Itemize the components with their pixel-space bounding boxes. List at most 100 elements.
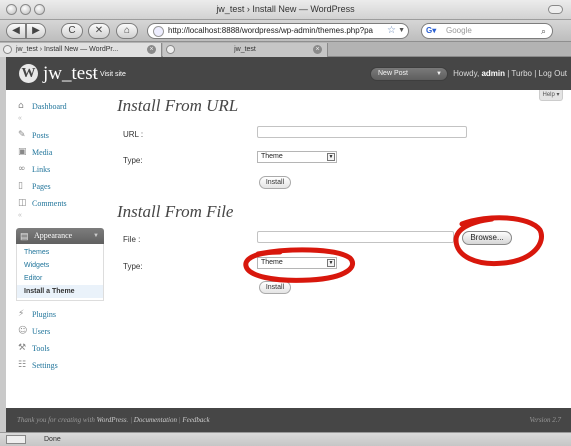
- separator: . |: [126, 416, 134, 424]
- home-button[interactable]: ⌂: [116, 23, 138, 39]
- file-type-value: Theme: [261, 259, 283, 266]
- browse-button[interactable]: Browse...: [462, 231, 512, 245]
- menu-label: Plugins: [32, 310, 57, 319]
- install-file-heading: Install From File: [117, 202, 234, 221]
- stop-button[interactable]: ✕: [88, 23, 110, 39]
- reload-button[interactable]: C: [61, 23, 83, 39]
- menu-label: Posts: [32, 131, 49, 140]
- file-input[interactable]: [257, 231, 454, 243]
- menu-links[interactable]: ∞ Links: [16, 161, 104, 178]
- menu-pages[interactable]: ▯ Pages: [16, 178, 104, 195]
- submenu-themes[interactable]: Themes: [17, 246, 103, 259]
- tab-install-new[interactable]: jw_test › Install New — WordPr... ×: [0, 43, 162, 57]
- footer-thanks: Thank you for creating with: [17, 416, 97, 424]
- menu-users[interactable]: ☺ Users: [16, 323, 104, 340]
- tab-label: jw_test › Install New — WordPr...: [16, 46, 119, 53]
- wp-content: Help ▾ ⌂ Dashboard ✎ Posts ▣ Media ∞ Links ▯…: [6, 90, 571, 408]
- site-identity-icon[interactable]: [153, 26, 164, 37]
- tab-jw-test[interactable]: jw_test ×: [163, 43, 328, 57]
- url-dropdown-icon[interactable]: ▼: [398, 24, 405, 38]
- new-post-label: New Post: [378, 70, 408, 77]
- url-input[interactable]: [257, 126, 467, 138]
- comment-icon: ◫: [18, 198, 27, 208]
- chevron-down-icon[interactable]: ▼: [93, 228, 99, 244]
- chevron-down-icon[interactable]: ▼: [436, 68, 442, 80]
- search-box[interactable]: G▾ Google ⌕: [421, 23, 553, 39]
- menu-label: Media: [32, 148, 53, 157]
- plug-icon: ⚡: [18, 309, 25, 319]
- menu-label: Users: [32, 327, 51, 336]
- logout-link[interactable]: Log Out: [539, 69, 567, 78]
- url-type-select[interactable]: Theme ▼: [257, 151, 337, 163]
- window-title: jw_test › Install New — WordPress: [216, 4, 355, 14]
- user-info: Howdy, admin | Turbo | Log Out: [453, 69, 567, 78]
- menu-posts[interactable]: ✎ Posts: [16, 127, 104, 144]
- chevron-down-icon[interactable]: ▼: [327, 153, 335, 161]
- tab-favicon-icon: [3, 45, 12, 54]
- menu-label: Dashboard: [32, 102, 67, 111]
- window-titlebar: jw_test › Install New — WordPress: [0, 0, 571, 20]
- howdy-text: Howdy,: [453, 69, 482, 78]
- toolbar-toggle-icon[interactable]: [548, 5, 563, 14]
- menu-label: Tools: [32, 344, 50, 353]
- tab-close-icon[interactable]: ×: [147, 45, 156, 54]
- tab-close-icon[interactable]: ×: [313, 45, 322, 54]
- status-bar: Done: [0, 432, 571, 446]
- back-button[interactable]: ◀: [6, 23, 26, 39]
- url-type-value: Theme: [261, 153, 283, 160]
- wp-footer: Thank you for creating with WordPress. |…: [6, 408, 571, 432]
- menu-separator: [16, 115, 104, 127]
- visit-site-link[interactable]: ← Visit site: [91, 71, 126, 78]
- install-url-button[interactable]: Install: [259, 176, 291, 189]
- address-bar[interactable]: http://localhost:8888/wordpress/wp-admin…: [147, 23, 409, 39]
- link-icon: ∞: [18, 164, 26, 174]
- turbo-link[interactable]: Turbo: [511, 69, 532, 78]
- search-placeholder: Google: [446, 26, 472, 35]
- menu-label: Comments: [32, 199, 67, 208]
- bookmark-star-icon[interactable]: ☆: [387, 24, 396, 38]
- chevron-down-icon[interactable]: ▼: [327, 259, 335, 267]
- pin-icon: ✎: [18, 130, 26, 140]
- menu-label: Pages: [32, 182, 51, 191]
- file-type-select[interactable]: Theme ▼: [257, 257, 337, 269]
- appearance-submenu: Themes Widgets Editor Install a Theme: [16, 244, 104, 301]
- menu-tools[interactable]: ⚒ Tools: [16, 340, 104, 357]
- menu-comments[interactable]: ◫ Comments: [16, 195, 104, 212]
- page-icon: ▯: [18, 181, 23, 191]
- menu-plugins[interactable]: ⚡ Plugins: [16, 306, 104, 323]
- menu-label: Links: [32, 165, 51, 174]
- install-file-button[interactable]: Install: [259, 281, 291, 294]
- house-icon: ⌂: [18, 101, 24, 111]
- wp-header: W jw_test ← Visit site New Post ▼ Howdy,…: [6, 57, 571, 90]
- menu-label: Settings: [32, 361, 58, 370]
- search-icon[interactable]: ⌕: [541, 24, 546, 38]
- status-bar-icon[interactable]: [6, 435, 26, 444]
- menu-appearance[interactable]: ▤ Appearance ▼: [16, 228, 104, 244]
- wordpress-link[interactable]: WordPress: [97, 416, 127, 424]
- footer-credits: Thank you for creating with WordPress. |…: [17, 416, 210, 424]
- settings-icon: ☷: [18, 360, 27, 370]
- site-name[interactable]: jw_test: [43, 63, 98, 85]
- submenu-editor[interactable]: Editor: [17, 272, 103, 285]
- forward-button[interactable]: ▶: [26, 23, 46, 39]
- documentation-link[interactable]: Documentation: [134, 416, 177, 424]
- google-engine-icon[interactable]: G▾: [426, 26, 442, 36]
- browser-toolbar: ◀ ▶ C ✕ ⌂ http://localhost:8888/wordpres…: [0, 20, 571, 42]
- footer-version: Version 2.7: [529, 416, 562, 424]
- menu-settings[interactable]: ☷ Settings: [16, 357, 104, 374]
- submenu-widgets[interactable]: Widgets: [17, 259, 103, 272]
- users-icon: ☺: [18, 326, 28, 336]
- status-text: Done: [44, 436, 61, 443]
- menu-label: Appearance: [34, 231, 73, 240]
- feedback-link[interactable]: Feedback: [182, 416, 209, 424]
- url-type-label: Type:: [123, 156, 143, 165]
- menu-dashboard[interactable]: ⌂ Dashboard: [16, 98, 104, 115]
- username-link[interactable]: admin: [481, 69, 505, 78]
- help-tab[interactable]: Help ▾: [539, 90, 563, 101]
- submenu-install-theme[interactable]: Install a Theme: [17, 285, 103, 298]
- menu-media[interactable]: ▣ Media: [16, 144, 104, 161]
- new-post-button[interactable]: New Post ▼: [370, 67, 448, 81]
- tab-bar: jw_test › Install New — WordPr... × jw_t…: [0, 42, 571, 57]
- url-text: http://localhost:8888/wordpress/wp-admin…: [168, 26, 374, 35]
- media-icon: ▣: [18, 147, 27, 157]
